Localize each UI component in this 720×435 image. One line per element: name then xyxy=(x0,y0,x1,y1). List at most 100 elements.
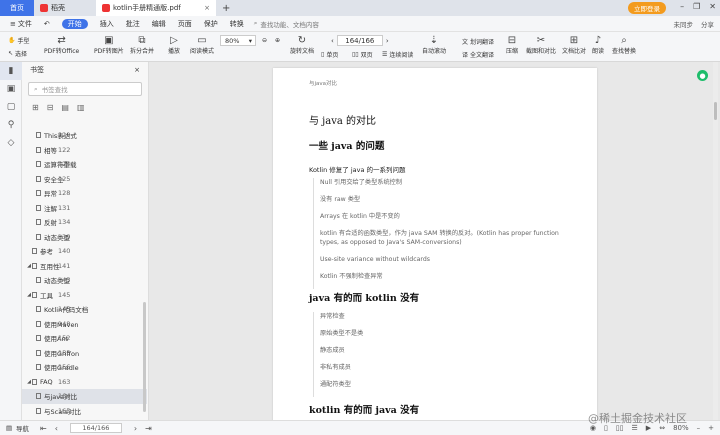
screenshot-compare-button[interactable]: ✂ 截图和对比 xyxy=(526,35,556,55)
document-scrollbar[interactable] xyxy=(713,62,718,420)
bookmark-item[interactable]: ◢ 工具 145 xyxy=(22,288,147,303)
single-page-button[interactable]: ▯ 单页 xyxy=(321,50,338,59)
collapse-bookmark-icon[interactable]: ▥ xyxy=(77,103,85,112)
assistant-icon[interactable]: ● xyxy=(697,70,708,81)
status-page-input[interactable]: 164/166 xyxy=(69,423,122,433)
full-translate-button[interactable]: 译全文翻译 xyxy=(462,50,494,59)
rotate-label: 旋转文档 xyxy=(290,48,315,55)
menu-item-insert[interactable]: 插入 xyxy=(94,19,120,29)
zoom-out-icon[interactable]: ⊖ xyxy=(262,37,267,44)
continuous-read-button[interactable]: ☰ 连续阅读 xyxy=(382,50,413,59)
zoom-in-icon[interactable]: ⊕ xyxy=(275,37,280,44)
share-button[interactable]: 分享 xyxy=(701,19,714,29)
bookmark-item[interactable]: 动态类型 143 xyxy=(22,273,147,288)
menu-item-start[interactable]: 开始 xyxy=(56,18,94,29)
bookmark-item[interactable]: 与java对比 164 xyxy=(22,389,147,404)
zoom-select[interactable]: 80% ▾ xyxy=(220,35,256,46)
function-search[interactable]: ⌕ 查找功能、文档内容 xyxy=(254,19,319,29)
bookmark-item[interactable]: 使用Maven 148 xyxy=(22,317,147,332)
comment-panel-icon[interactable]: ▢ xyxy=(0,98,22,116)
full-translate-icon: 译 xyxy=(462,52,469,59)
zoom-in-icon[interactable]: + xyxy=(708,424,714,432)
bookmark-item[interactable]: ◢ FAQ 163 xyxy=(22,375,147,390)
layer-panel-icon[interactable]: ◇ xyxy=(0,134,22,152)
bookmark-item[interactable]: 参考 140 xyxy=(22,244,147,259)
menu-right: 未同步 分享 xyxy=(674,19,715,29)
list-item: 异常检查 xyxy=(320,313,345,320)
select-tool[interactable]: ↖ 选择 xyxy=(8,49,27,58)
bookmark-item[interactable]: 使用Griffon 155 xyxy=(22,346,147,361)
bookmark-item[interactable]: 使用Ant 152 xyxy=(22,331,147,346)
translate-word-button[interactable]: 文划词翻译 xyxy=(462,37,494,46)
read-mode-button[interactable]: ▭ 阅读模式 xyxy=(190,35,214,55)
new-tab-icon[interactable]: + xyxy=(222,3,230,14)
add-bookmark-icon[interactable]: ⊞ xyxy=(32,103,39,112)
tab-home[interactable]: 首页 xyxy=(0,0,34,16)
menu-item-edit[interactable]: 编辑 xyxy=(146,19,172,29)
list-item: 非私有成员 xyxy=(320,364,351,371)
prev-page-icon[interactable]: ‹ xyxy=(55,424,58,433)
tab-document[interactable]: kotlin手册精通版.pdf × xyxy=(96,0,216,16)
prev-page-icon[interactable]: ‹ xyxy=(331,37,334,45)
continuous-icon: ☰ xyxy=(382,51,388,58)
bookmark-search-input[interactable]: ⌕ 书签查找 xyxy=(28,82,142,96)
bookmark-item[interactable]: This表达式 120 xyxy=(22,128,147,143)
hand-tool[interactable]: ✋ 手型 xyxy=(8,36,30,45)
double-page-button[interactable]: ▯▯ 双页 xyxy=(352,50,373,59)
rotate-button[interactable]: ↻ 旋转文档 xyxy=(290,35,314,55)
next-page-icon[interactable]: › xyxy=(134,424,137,433)
close-window-icon[interactable]: ✕ xyxy=(709,2,716,11)
bookmark-item[interactable]: 反射 134 xyxy=(22,215,147,230)
bookmark-icon xyxy=(36,306,41,313)
file-menu[interactable]: ≡ 文件 xyxy=(4,19,38,29)
last-page-icon[interactable]: ⇥ xyxy=(145,424,152,433)
delete-bookmark-icon[interactable]: ⊟ xyxy=(47,103,54,112)
menu-item-convert[interactable]: 转换 xyxy=(224,19,250,29)
bookmark-item[interactable]: 与Scala对比 165 xyxy=(22,404,147,419)
bookmark-item[interactable]: 运算符重载 124 xyxy=(22,157,147,172)
bookmark-item[interactable]: 相等 122 xyxy=(22,143,147,158)
bookmark-item[interactable]: 动态类型 139 xyxy=(22,230,147,245)
bookmark-item[interactable]: 使用Gradle 156 xyxy=(22,360,147,375)
sync-status[interactable]: 未同步 xyxy=(674,19,694,29)
scrollbar-thumb[interactable] xyxy=(714,102,717,120)
bookmark-item[interactable]: 注解 131 xyxy=(22,201,147,216)
close-tab-icon[interactable]: × xyxy=(204,4,210,12)
play-button[interactable]: ▷ 播放 xyxy=(168,35,180,55)
bookmark-scrollbar[interactable] xyxy=(143,302,146,412)
menu-undo-icon[interactable]: ↶ xyxy=(38,20,56,28)
menu-item-protect[interactable]: 保护 xyxy=(198,19,224,29)
first-page-icon[interactable]: ⇤ xyxy=(40,424,47,433)
minimize-icon[interactable]: – xyxy=(680,2,684,11)
section-heading-java-only: java 有的而 kotlin 没有 xyxy=(309,293,420,304)
restore-icon[interactable]: ❐ xyxy=(693,2,700,11)
bookmark-panel-icon[interactable]: ▮ xyxy=(0,62,22,80)
bookmark-item[interactable]: 安全全 125 xyxy=(22,172,147,187)
attachment-panel-icon[interactable]: ⚲ xyxy=(0,116,22,134)
menu-item-annotate[interactable]: 批注 xyxy=(120,19,146,29)
sidebar-toggle-icon[interactable]: ▤ xyxy=(6,424,12,432)
zoom-out-icon[interactable]: – xyxy=(697,424,701,432)
translate-icon: 文 xyxy=(462,39,469,46)
thumbnail-panel-icon[interactable]: ▣ xyxy=(0,80,22,98)
find-replace-button[interactable]: ⌕ 查找替换 xyxy=(612,35,636,55)
document-compare-button[interactable]: ⊞ 文档比对 xyxy=(562,35,586,55)
pdf-to-image-button[interactable]: ▣ PDF转图片 xyxy=(94,35,124,55)
split-merge-button[interactable]: ⧉ 拆分合并 xyxy=(130,35,154,55)
auto-scroll-button[interactable]: ⇣ 自动滚动 xyxy=(422,35,446,55)
bookmark-item[interactable]: ◢ 互用性 141 xyxy=(22,259,147,274)
bookmark-tools: ⊞ ⊟ ▤ ▥ xyxy=(22,100,148,114)
read-aloud-button[interactable]: ♪ 朗读 xyxy=(592,35,604,55)
bookmark-item[interactable]: Kotlin代码文档 145 xyxy=(22,302,147,317)
expand-bookmark-icon[interactable]: ▤ xyxy=(61,103,69,112)
compress-button[interactable]: ⊟ 压缩 xyxy=(506,35,518,55)
close-panel-icon[interactable]: × xyxy=(134,66,140,74)
page-input[interactable]: 164/166 xyxy=(336,35,383,46)
menu-item-page[interactable]: 页面 xyxy=(172,19,198,29)
pdf-to-office-button[interactable]: ⇄ PDF转Office xyxy=(44,35,79,55)
login-button[interactable]: 立即登录 xyxy=(628,2,666,14)
next-page-icon[interactable]: › xyxy=(386,37,389,45)
nav-label[interactable]: 导航 xyxy=(16,423,29,433)
bookmark-item[interactable]: 异常 128 xyxy=(22,186,147,201)
tab-daoke[interactable]: 稻壳 xyxy=(34,0,96,16)
